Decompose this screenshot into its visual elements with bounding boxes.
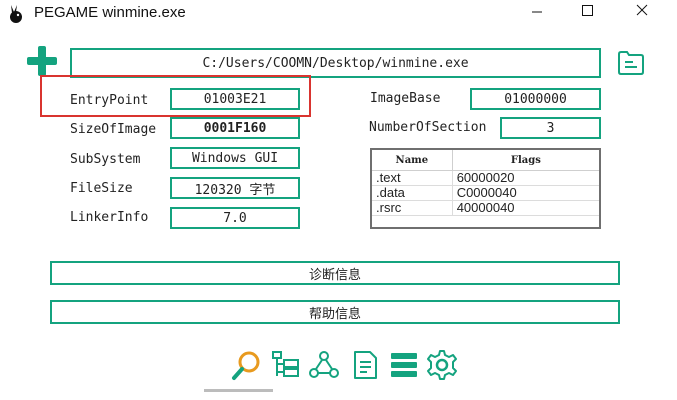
section-name: .rsrc — [372, 200, 453, 216]
size-of-image-label: SizeOfImage — [70, 122, 157, 137]
section-name: .data — [372, 185, 453, 201]
section-name: .text — [372, 170, 453, 186]
maximize-icon[interactable] — [564, 0, 610, 30]
subsystem-value: Windows GUI — [191, 150, 279, 166]
file-path-field[interactable]: C:/Users/COOMN/Desktop/winmine.exe — [70, 48, 601, 78]
image-base-label: ImageBase — [370, 91, 441, 106]
table-row[interactable]: .rsrc 40000040 — [372, 200, 599, 216]
table-row[interactable]: .text 60000020 — [372, 170, 599, 186]
bottom-toolbar — [231, 348, 461, 384]
list-icon[interactable] — [387, 348, 421, 382]
number-of-section-label: NumberOfSection — [369, 120, 487, 135]
file-size-value: 120320 字节 — [194, 182, 276, 198]
file-size-label: FileSize — [70, 181, 133, 196]
add-file-button[interactable] — [27, 46, 57, 76]
minimize-icon[interactable] — [514, 0, 560, 30]
file-size-field: 120320 字节 — [170, 177, 300, 199]
linker-info-label: LinkerInfo — [70, 210, 149, 225]
network-icon[interactable] — [307, 348, 341, 382]
entry-point-highlight — [40, 75, 311, 117]
table-row[interactable]: .data C0000040 — [372, 185, 599, 201]
app-rabbit-icon — [10, 5, 22, 23]
section-table-header: Name Flags — [372, 150, 599, 171]
file-path-text: C:/Users/COOMN/Desktop/winmine.exe — [202, 55, 469, 71]
diagnose-info-label: 诊断信息 — [308, 267, 361, 283]
close-icon[interactable] — [619, 0, 665, 30]
number-of-section-value: 3 — [546, 120, 555, 136]
section-flags: 40000040 — [452, 200, 599, 216]
section-flags: C0000040 — [452, 185, 599, 201]
document-icon[interactable] — [348, 348, 382, 382]
size-of-image-value: 0001F160 — [203, 120, 267, 136]
subsystem-label: SubSystem — [70, 152, 141, 167]
window-title: PEGAME winmine.exe — [34, 4, 186, 21]
tree-icon[interactable] — [269, 348, 303, 382]
diagnose-info-button[interactable]: 诊断信息 — [50, 261, 620, 285]
image-base-field: 01000000 — [470, 88, 601, 110]
help-info-label: 帮助信息 — [308, 306, 361, 322]
folder-icon[interactable] — [616, 49, 646, 77]
settings-icon[interactable] — [425, 348, 459, 382]
title-bar: PEGAME winmine.exe — [0, 0, 677, 30]
subsystem-field: Windows GUI — [170, 147, 300, 169]
image-base-value: 01000000 — [504, 91, 567, 107]
size-of-image-field: 0001F160 — [170, 117, 300, 139]
active-tab-indicator — [204, 389, 273, 392]
column-header-name: Name — [372, 150, 453, 171]
help-info-button[interactable]: 帮助信息 — [50, 300, 620, 324]
linker-info-field: 7.0 — [170, 207, 300, 229]
section-table: Name Flags .text 60000020 .data C0000040… — [370, 148, 601, 229]
number-of-section-field: 3 — [500, 117, 601, 139]
section-flags: 60000020 — [452, 170, 599, 186]
linker-info-value: 7.0 — [223, 210, 247, 226]
search-icon[interactable] — [231, 348, 265, 382]
column-header-flags: Flags — [452, 150, 599, 171]
